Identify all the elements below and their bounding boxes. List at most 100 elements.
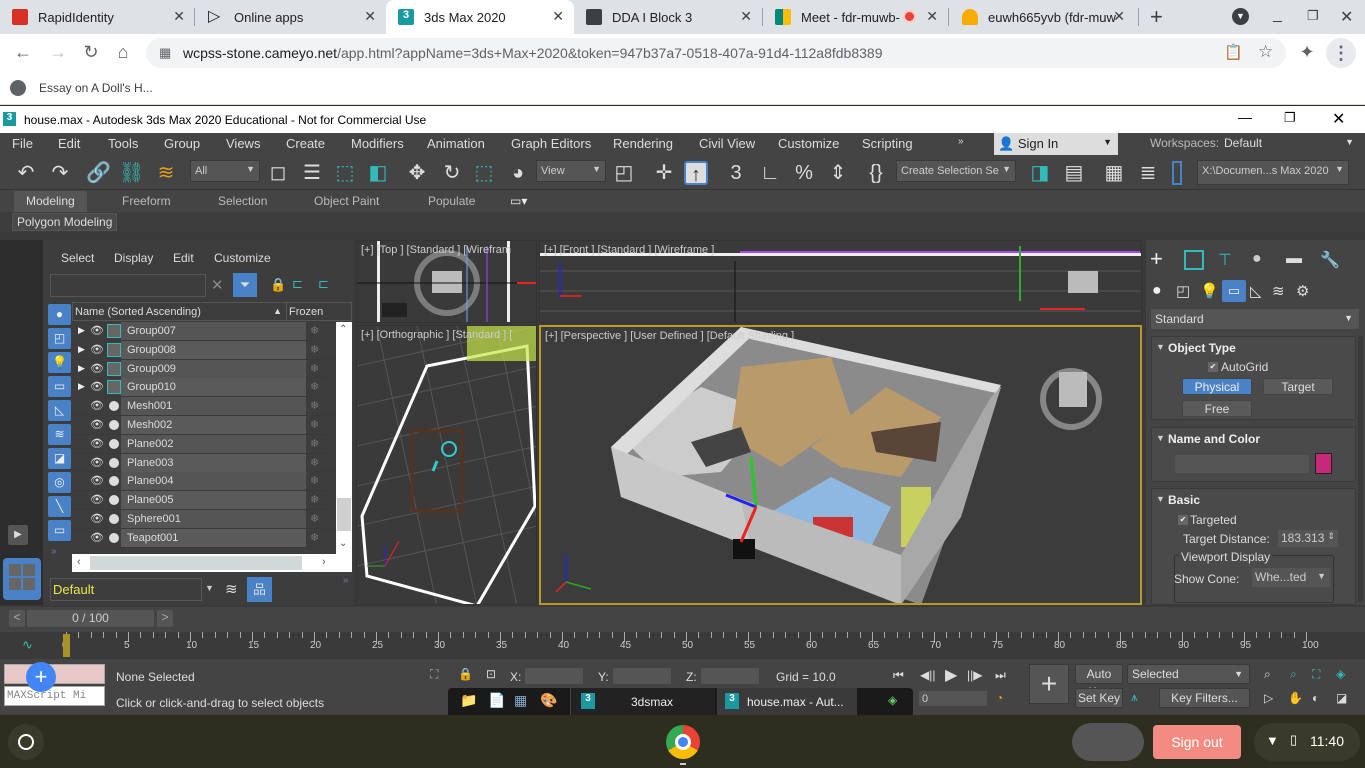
y-coordinate-input[interactable] [612, 667, 672, 685]
expand-arrow-icon[interactable]: ▶ [78, 381, 85, 392]
chevron-down-icon[interactable]: ▼ [205, 583, 214, 593]
screen-capture-thumbnail[interactable] [1072, 723, 1144, 761]
paint-icon[interactable]: 🎨 [540, 692, 557, 709]
utilities-tab-icon[interactable]: 🔧 [1320, 250, 1340, 270]
site-info-icon[interactable]: ▦ [159, 45, 171, 61]
mirror-icon[interactable]: ◨ [1028, 161, 1052, 185]
auto-key-button[interactable]: Auto Key [1075, 664, 1123, 699]
ribbon-tab-modeling[interactable]: Modeling [14, 191, 87, 212]
display-tab-icon[interactable]: ▬ [1286, 250, 1302, 268]
new-tab-button[interactable]: + [1150, 4, 1163, 30]
explorer-row[interactable]: ▶ 👁 Group009 ❄ [72, 359, 335, 379]
rollout-title[interactable]: Object Type [1168, 341, 1236, 355]
close-tab-icon[interactable]: ✕ [926, 8, 938, 25]
explorer-row[interactable]: 👁 Plane004 ❄ [72, 472, 335, 492]
select-object-icon[interactable]: ◻ [266, 161, 290, 185]
shapes-category-icon[interactable]: ◰ [1176, 282, 1190, 300]
close-tab-icon[interactable]: ✕ [364, 8, 376, 25]
systems-category-icon[interactable]: ⚙ [1296, 282, 1309, 300]
command-panel-scrollbar[interactable] [1358, 336, 1363, 602]
bookmark-star-icon[interactable]: ☆ [1258, 42, 1273, 62]
reference-coord-dropdown[interactable]: View ▼ [536, 160, 606, 182]
explorer-row[interactable]: 👁 Mesh002 ❄ [72, 416, 335, 435]
sort-by-hierarchy-icon[interactable]: 品 [247, 577, 272, 602]
cameras-category-icon[interactable]: ▭ [1222, 280, 1246, 302]
toggle-scene-explorer-icon[interactable]: ▦ [1102, 161, 1126, 185]
explorer-row[interactable]: 👁 Plane005 ❄ [72, 491, 335, 510]
isolate-selection-icon[interactable]: ⛶ [430, 667, 438, 682]
browser-tab[interactable]: Meet - fdr-muwb- ✕ [763, 0, 948, 34]
freeze-icon[interactable]: ❄ [310, 362, 319, 375]
scroll-right-icon[interactable]: › [322, 556, 326, 568]
z-coordinate-input[interactable] [700, 667, 760, 685]
viewport-label-front[interactable]: [+] [Front ] [Standard ] [Wireframe ] [544, 244, 714, 256]
expand-arrow-icon[interactable]: ▶ [78, 344, 85, 355]
browser-tab[interactable]: DDA I Block 3 ✕ [574, 0, 762, 34]
explorer-row[interactable]: ▶ 👁 Group008 ❄ [72, 340, 335, 360]
menu-animation[interactable]: Animation [427, 136, 485, 151]
expand-layout-tab-icon[interactable]: ▶ [8, 525, 28, 545]
bookmark-item[interactable]: Essay on A Doll's H... [10, 80, 153, 96]
url-input[interactable]: ▦ wcpss-stone.cameyo.net/app.html?appNam… [146, 38, 1286, 68]
go-to-start-icon[interactable]: ⏮ [893, 668, 904, 683]
explorer-row[interactable]: 👁 Plane003 ❄ [72, 453, 335, 473]
freeze-icon[interactable]: ❄ [310, 399, 319, 412]
named-selection-dropdown[interactable]: Create Selection Se ▼ [896, 160, 1016, 182]
freeze-icon[interactable]: ❄ [310, 343, 319, 356]
taskbar-item-house[interactable]: 3 house.max - Aut... [717, 688, 857, 715]
menu-civil-view[interactable]: Civil View [699, 136, 755, 151]
horizontal-scrollbar[interactable]: ‹ › [72, 554, 352, 572]
visibility-eye-icon[interactable]: 👁 [90, 512, 104, 525]
close-window-icon[interactable]: ✕ [1340, 7, 1353, 27]
project-toggle-icon[interactable] [1172, 161, 1182, 185]
object-color-swatch[interactable] [1315, 453, 1332, 474]
rectangular-selection-icon[interactable]: ⬚ [333, 161, 357, 185]
scroll-up-icon[interactable]: ⌃ [339, 324, 347, 335]
visibility-eye-icon[interactable]: 👁 [90, 474, 104, 487]
menu-file[interactable]: File [12, 136, 33, 151]
ribbon-tab-object-paint[interactable]: Object Paint [314, 194, 379, 208]
edit-named-selection-icon[interactable]: {} [864, 161, 888, 185]
sort-by-layer-icon[interactable]: ≋ [225, 580, 238, 598]
maximize-viewport-icon[interactable]: ◪ [1336, 691, 1347, 705]
sign-in-dropdown[interactable]: 👤 Sign In ▼ [994, 133, 1118, 155]
active-layer-dropdown[interactable]: Default [50, 578, 202, 601]
timeline-playhead[interactable] [63, 634, 70, 657]
expand-icon[interactable]: » [343, 575, 349, 586]
browser-tab[interactable]: ▷ Online apps ✕ [196, 0, 386, 34]
calculator-icon[interactable]: ▦ [514, 692, 527, 709]
tab-search-icon[interactable]: ▼ [1232, 8, 1249, 25]
menu-create[interactable]: Create [286, 136, 325, 151]
minimize-icon[interactable]: _ [1273, 6, 1282, 24]
orbit-icon[interactable]: ◐ [1312, 691, 1319, 705]
vertical-scrollbar[interactable]: ⌃ ⌄ [336, 322, 352, 554]
explorer-row[interactable]: 👁 Teapot001 ❄ [72, 528, 335, 548]
rotate-icon[interactable]: ↻ [440, 161, 464, 185]
timeline-ticks[interactable]: 0510152025303540455055606570758085909510… [0, 632, 1365, 659]
name-column-header[interactable]: Name (Sorted Ascending) ▲ [72, 302, 287, 321]
hierarchy-child-icon[interactable]: ⊏ [318, 276, 329, 292]
explorer-row[interactable]: 👁 Sphere001 ❄ [72, 510, 335, 529]
menu-edit[interactable]: Edit [58, 136, 80, 151]
pan-view-icon[interactable]: ✋ [1288, 691, 1303, 705]
autogrid-checkbox[interactable]: ✔ [1208, 362, 1218, 372]
visibility-eye-icon[interactable]: 👁 [90, 456, 104, 469]
pivot-center-icon[interactable]: ◰ [612, 161, 636, 185]
x-coordinate-input[interactable] [524, 667, 584, 685]
freeze-icon[interactable]: ❄ [310, 456, 319, 469]
explorer-row[interactable]: 👁 Plane002 ❄ [72, 434, 335, 454]
keyboard-shortcut-override-icon[interactable]: ↑ [684, 161, 708, 186]
notepad-icon[interactable]: 📄 [488, 692, 505, 709]
sign-out-button[interactable]: Sign out [1153, 725, 1241, 759]
viewcube-icon[interactable] [1051, 365, 1109, 423]
freeze-icon[interactable]: ❄ [310, 324, 319, 337]
collapse-icon[interactable]: ▼ [1156, 433, 1165, 443]
spinner-snap-icon[interactable]: ⇕ [826, 161, 850, 185]
taskbar-item-3dsmax[interactable]: 3 3dsmax [570, 688, 715, 715]
viewport-top[interactable]: [+] [Top ] [Standard ] [Wirefram [356, 240, 537, 323]
rollout-title[interactable]: Basic [1168, 493, 1200, 507]
current-frame-input[interactable] [918, 690, 988, 707]
window-crossing-icon[interactable]: ◧ [366, 161, 390, 185]
maxscript-mini-listener[interactable]: MAXScript Mi [4, 686, 105, 706]
redo-icon[interactable]: ↷ [48, 161, 72, 185]
